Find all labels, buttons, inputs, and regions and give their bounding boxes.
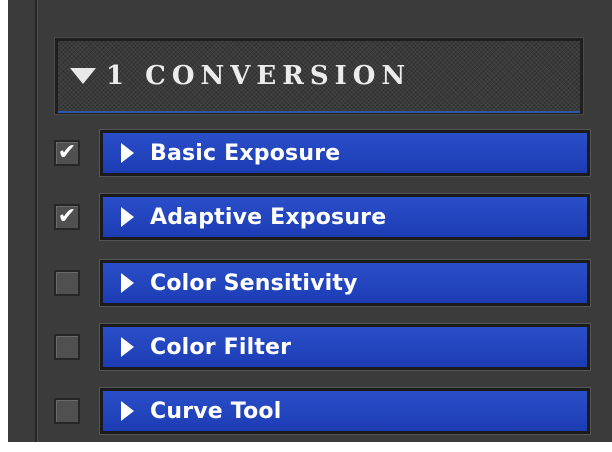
triangle-right-icon [121,143,134,163]
item-label: Color Filter [150,334,292,360]
checkbox-adaptive-exposure[interactable]: ✔ [54,204,80,230]
item-label: Basic Exposure [150,140,341,166]
conversion-panel: 1 CONVERSION ✔ Basic Exposure ✔ Adaptive… [8,0,612,442]
item-label: Curve Tool [150,398,282,424]
item-label: Adaptive Exposure [150,204,387,230]
list-item-curve-tool: Curve Tool [44,386,592,438]
list-item-basic-exposure: ✔ Basic Exposure [44,128,592,180]
item-label: Color Sensitivity [150,270,358,296]
checkbox-basic-exposure[interactable]: ✔ [54,140,80,166]
checkbox-color-filter[interactable] [54,334,80,360]
checkbox-color-sensitivity[interactable] [54,270,80,296]
section-header-conversion[interactable]: 1 CONVERSION [54,37,584,115]
checkbox-curve-tool[interactable] [54,398,80,424]
bar-color-sensitivity[interactable]: Color Sensitivity [100,260,590,306]
triangle-right-icon [121,401,134,421]
list-item-color-filter: Color Filter [44,322,592,374]
bar-color-filter[interactable]: Color Filter [100,324,590,370]
list-item-adaptive-exposure: ✔ Adaptive Exposure [44,192,592,244]
list-item-color-sensitivity: Color Sensitivity [44,258,592,310]
bar-basic-exposure[interactable]: Basic Exposure [100,130,590,176]
triangle-right-icon [121,337,134,357]
triangle-down-icon [70,68,96,84]
panel-divider [35,0,38,442]
section-title: 1 CONVERSION [106,61,412,91]
bar-curve-tool[interactable]: Curve Tool [100,388,590,434]
bar-adaptive-exposure[interactable]: Adaptive Exposure [100,194,590,240]
header-underline [58,111,580,113]
triangle-right-icon [121,273,134,293]
triangle-right-icon [121,207,134,227]
